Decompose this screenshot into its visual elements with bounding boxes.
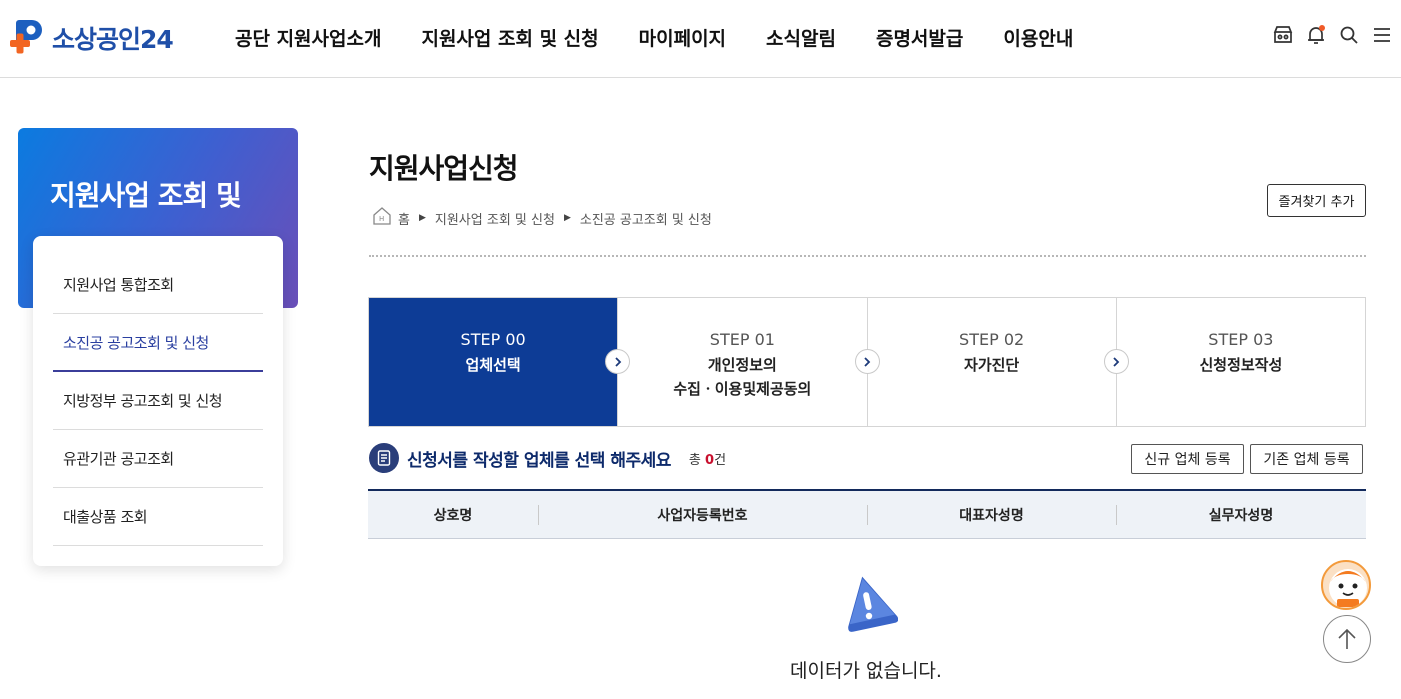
chevron-right-icon xyxy=(1103,349,1129,374)
step-02: STEP 02 자가진단 xyxy=(868,298,1129,426)
section-header: 신청서를 작성할 업체를 선택 해주세요 총 0건 xyxy=(369,443,726,473)
step-03: STEP 03 신청정보작성 xyxy=(1117,298,1365,426)
sidebar-item-integrated-search[interactable]: 지원사업 통합조회 xyxy=(53,256,263,314)
step-name: 신청정보작성 xyxy=(1199,356,1283,374)
sidebar-item-local-government[interactable]: 지방정부 공고조회 및 신청 xyxy=(53,372,263,430)
main-nav: 공단 지원사업소개 지원사업 조회 및 신청 마이페이지 소식알림 증명서발급 … xyxy=(235,24,1113,51)
menu-icon[interactable] xyxy=(1371,24,1393,46)
nav-item-mypage[interactable]: 마이페이지 xyxy=(639,24,726,51)
sidebar-title: 지원사업 조회 및 xyxy=(50,179,242,212)
arrow-up-icon xyxy=(1338,628,1356,649)
table-header: 상호명 사업자등록번호 대표자성명 실무자성명 xyxy=(368,489,1366,539)
step-name: 업체선택 xyxy=(465,356,521,374)
logo-text: 소상공인24 xyxy=(52,25,174,54)
step-number: STEP 00 xyxy=(460,330,526,349)
empty-message: 데이터가 없습니다. xyxy=(790,660,942,682)
add-favorite-button[interactable]: 즐겨찾기 추가 xyxy=(1267,184,1366,217)
chevron-right-icon xyxy=(854,349,880,374)
scroll-to-top-button[interactable] xyxy=(1323,615,1371,663)
column-header: 상호명 xyxy=(433,507,473,524)
nav-item-certificate[interactable]: 증명서발급 xyxy=(876,24,963,51)
step-01: STEP 01 개인정보의 수집ㆍ이용및제공동의 xyxy=(618,298,880,426)
sidebar-menu: 지원사업 통합조회 소진공 공고조회 및 신청 지방정부 공고조회 및 신청 유… xyxy=(33,236,283,566)
result-count: 총 0건 xyxy=(688,452,727,468)
document-icon xyxy=(369,443,399,473)
svg-text:H: H xyxy=(379,215,384,223)
column-header: 실무자성명 xyxy=(1116,491,1366,538)
step-number: STEP 01 xyxy=(709,330,775,349)
column-header: 대표자성명 xyxy=(867,491,1116,538)
bell-icon[interactable] xyxy=(1305,24,1327,46)
step-name: 개인정보의 수집ㆍ이용및제공동의 xyxy=(618,353,866,401)
new-company-register-button[interactable]: 신규 업체 등록 xyxy=(1131,444,1244,474)
step-name-line-1: 개인정보의 xyxy=(707,356,777,374)
nav-item-support-search[interactable]: 지원사업 조회 및 신청 xyxy=(421,24,598,51)
site-logo[interactable]: 소상공인24 xyxy=(10,18,174,58)
page-title: 지원사업신청 xyxy=(369,152,519,185)
step-indicator: STEP 00 업체선택 STEP 01 개인정보의 수집ㆍ이용및제공동의 ST… xyxy=(368,297,1366,427)
utility-icons xyxy=(1261,24,1393,46)
search-icon[interactable] xyxy=(1338,24,1360,46)
sidebar-item-related-agency[interactable]: 유관기관 공고조회 xyxy=(53,430,263,488)
site-header: 소상공인24 공단 지원사업소개 지원사업 조회 및 신청 마이페이지 소식알림… xyxy=(0,0,1401,78)
step-name-line-2: 수집ㆍ이용및제공동의 xyxy=(673,380,812,398)
chatbot-icon[interactable] xyxy=(1321,560,1371,610)
breadcrumb-level-2[interactable]: 소진공 공고조회 및 신청 xyxy=(580,209,712,228)
divider xyxy=(369,255,1366,257)
step-00: STEP 00 업체선택 xyxy=(369,298,631,426)
home-icon[interactable]: H xyxy=(372,206,392,230)
store-icon[interactable] xyxy=(1272,24,1294,46)
sidebar-item-semas-notice[interactable]: 소진공 공고조회 및 신청 xyxy=(53,314,263,372)
chevron-right-icon: ▶ xyxy=(563,213,571,223)
sidebar-item-loan-products[interactable]: 대출상품 조회 xyxy=(53,488,263,546)
nav-item-news[interactable]: 소식알림 xyxy=(766,24,836,51)
section-title: 신청서를 작성할 업체를 선택 해주세요 xyxy=(407,450,671,471)
existing-company-register-button[interactable]: 기존 업체 등록 xyxy=(1250,444,1363,474)
column-header: 사업자등록번호 xyxy=(538,491,867,538)
chevron-right-icon: ▶ xyxy=(418,213,426,223)
step-number: STEP 02 xyxy=(959,330,1025,349)
warning-icon xyxy=(838,572,899,632)
breadcrumb-home[interactable]: 홈 xyxy=(398,209,410,228)
nav-item-about[interactable]: 공단 지원사업소개 xyxy=(235,24,381,51)
breadcrumb-level-1[interactable]: 지원사업 조회 및 신청 xyxy=(435,209,555,228)
step-number: STEP 03 xyxy=(1208,330,1274,349)
nav-item-guide[interactable]: 이용안내 xyxy=(1003,24,1073,51)
step-name: 자가진단 xyxy=(964,356,1020,374)
logo-p-icon xyxy=(10,18,50,58)
breadcrumb: H 홈 ▶ 지원사업 조회 및 신청 ▶ 소진공 공고조회 및 신청 xyxy=(372,206,712,230)
